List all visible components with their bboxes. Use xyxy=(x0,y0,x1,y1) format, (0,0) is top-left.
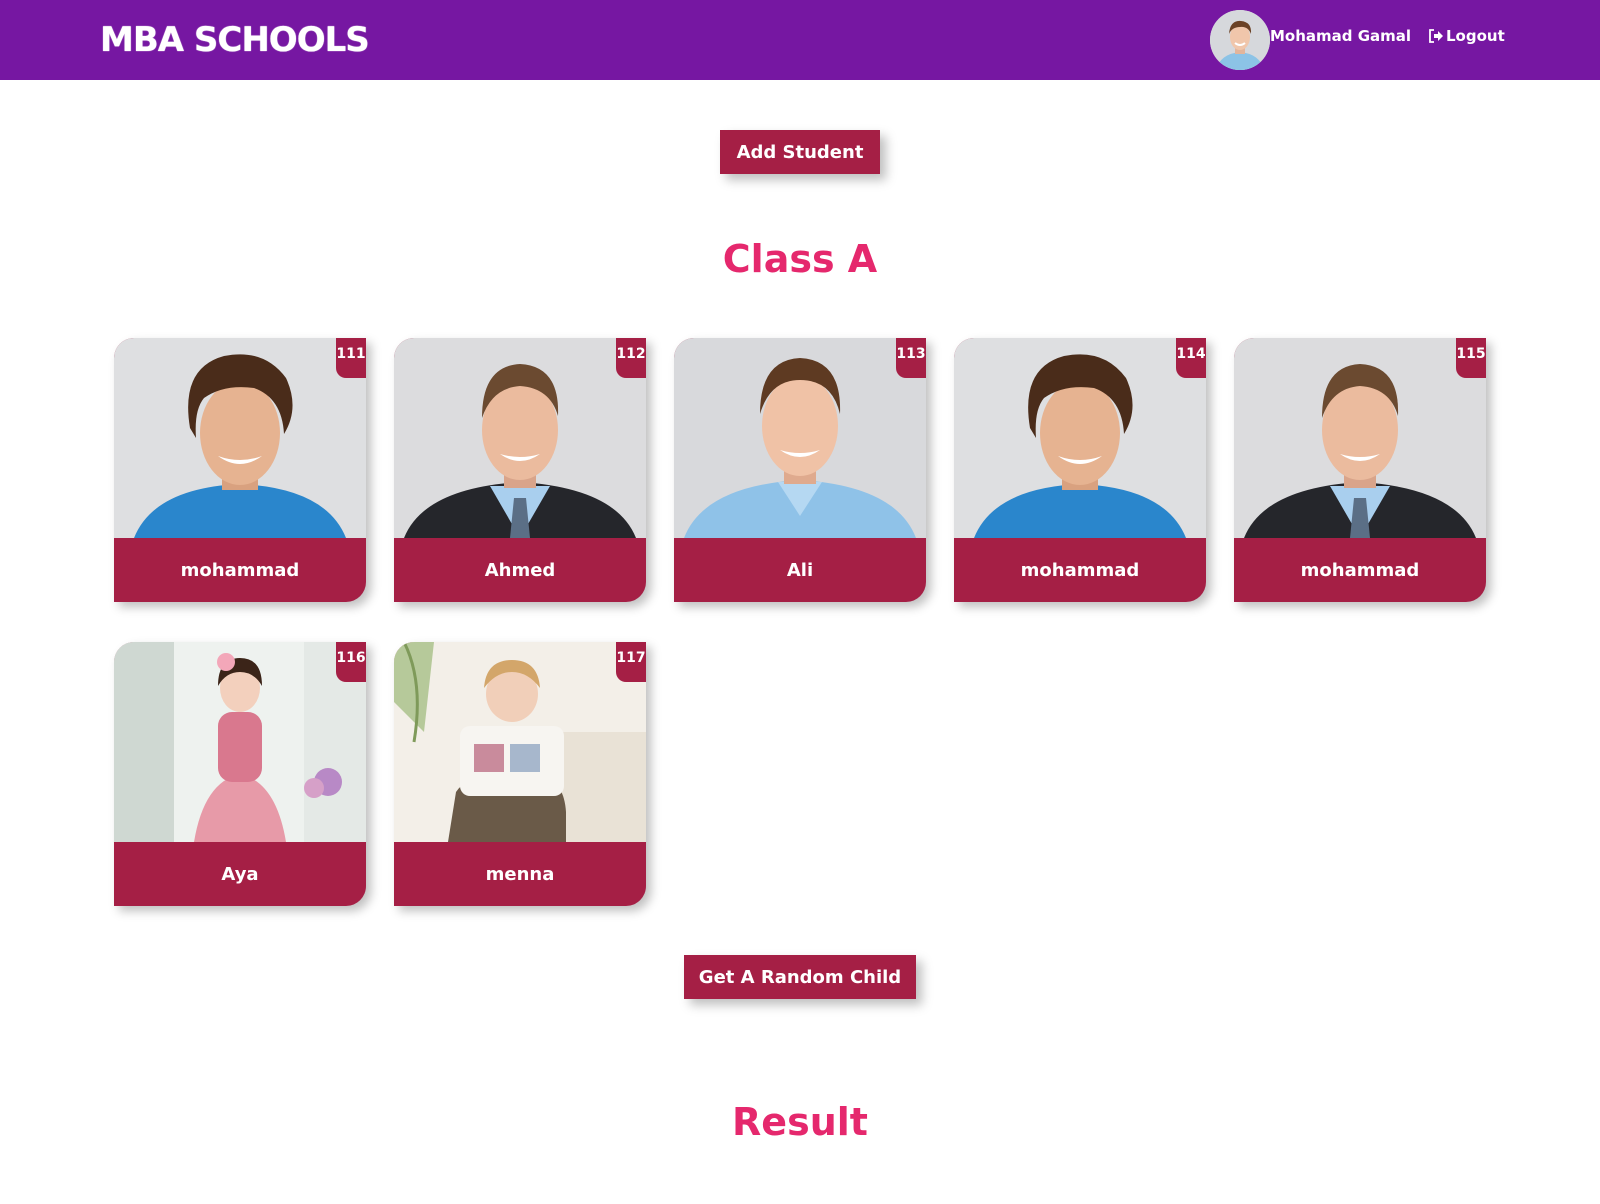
student-id-badge: 116 xyxy=(336,642,366,682)
student-card[interactable]: Aya 116 xyxy=(114,642,366,906)
class-title: Class A xyxy=(722,237,878,281)
student-photo xyxy=(114,642,366,842)
get-random-child-button[interactable]: Get A Random Child xyxy=(684,955,916,999)
student-photo xyxy=(674,338,926,538)
student-id-badge: 113 xyxy=(896,338,926,378)
student-photo xyxy=(394,642,646,842)
student-name: menna xyxy=(485,863,555,885)
student-card[interactable]: Ali 113 xyxy=(674,338,926,602)
logout-label: Logout xyxy=(1446,27,1505,45)
student-id-badge: 114 xyxy=(1176,338,1206,378)
student-card[interactable]: mohammad 114 xyxy=(954,338,1206,602)
student-card[interactable]: mohammad 115 xyxy=(1234,338,1486,602)
sign-out-icon xyxy=(1429,29,1443,43)
student-id-badge: 112 xyxy=(616,338,646,378)
student-photo xyxy=(114,338,366,538)
add-student-button[interactable]: Add Student xyxy=(720,130,880,174)
logout-link[interactable]: Logout xyxy=(1428,27,1505,45)
student-photo xyxy=(954,338,1206,538)
student-name: mohammad xyxy=(180,559,300,581)
student-card[interactable]: menna 117 xyxy=(394,642,646,906)
student-name: Ahmed xyxy=(484,559,556,581)
student-id-badge: 111 xyxy=(336,338,366,378)
student-card[interactable]: mohammad 111 xyxy=(114,338,366,602)
user-avatar[interactable] xyxy=(1210,10,1270,70)
student-card[interactable]: Ahmed 112 xyxy=(394,338,646,602)
student-name: mohammad xyxy=(1300,559,1420,581)
student-id-badge: 117 xyxy=(616,642,646,682)
student-name: Aya xyxy=(221,863,259,885)
student-name: mohammad xyxy=(1020,559,1140,581)
student-photo xyxy=(394,338,646,538)
result-title: Result xyxy=(732,1100,868,1144)
student-id-badge: 115 xyxy=(1456,338,1486,378)
student-photo xyxy=(1234,338,1486,538)
navbar: MBA SCHOOLS Mohamad Gamal Logout xyxy=(0,0,1600,80)
user-name: Mohamad Gamal xyxy=(1270,27,1412,45)
student-name: Ali xyxy=(786,559,814,581)
brand-logo[interactable]: MBA SCHOOLS xyxy=(100,20,370,60)
